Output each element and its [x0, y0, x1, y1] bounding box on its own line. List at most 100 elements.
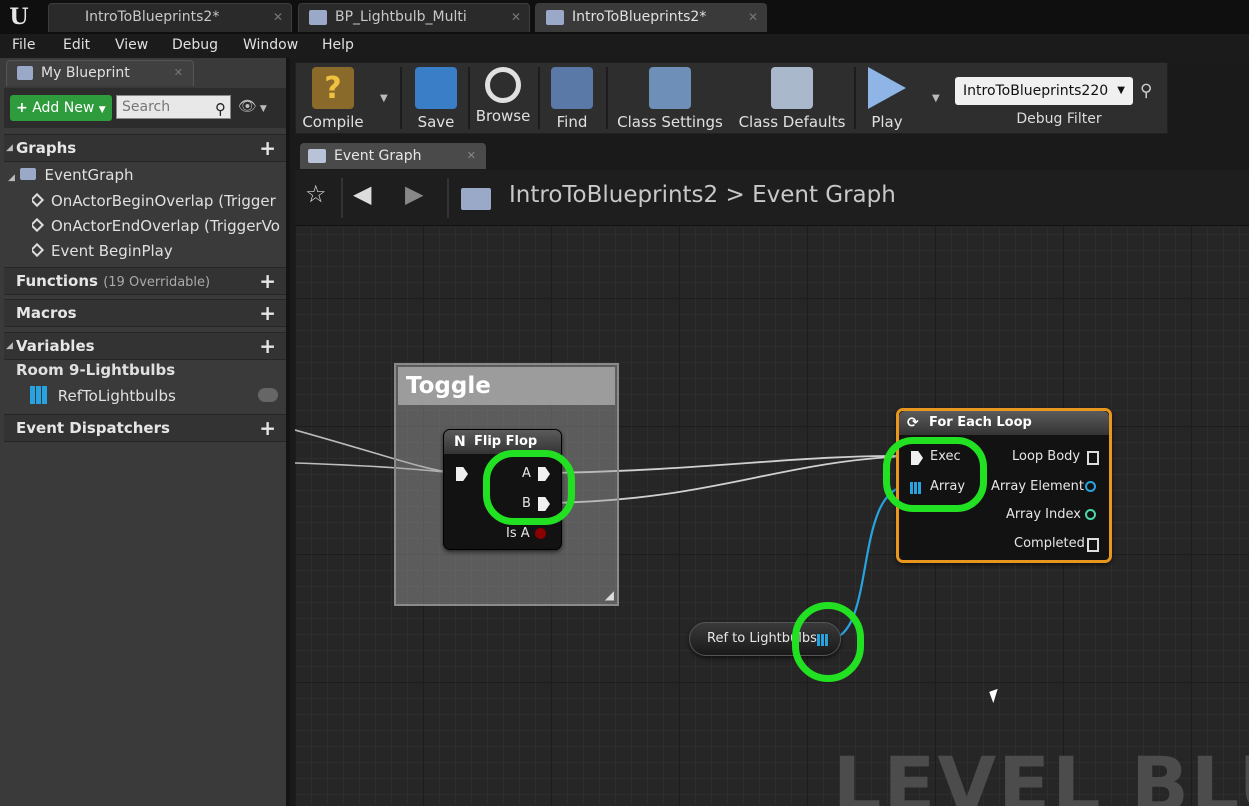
macro-icon: Ν [454, 434, 466, 450]
play-button[interactable]: Play [862, 63, 912, 133]
save-icon [415, 67, 457, 109]
expand-caret-icon[interactable]: ◢ [6, 333, 13, 359]
play-icon [868, 67, 906, 109]
level-blueprint-icon [546, 10, 564, 25]
find-label: Find [556, 113, 588, 131]
close-icon[interactable]: ✕ [467, 143, 476, 169]
close-icon[interactable]: ✕ [511, 4, 521, 31]
macros-label: Macros [16, 304, 77, 322]
add-dispatcher-button[interactable]: + [259, 415, 276, 441]
graphs-label: Graphs [16, 139, 77, 157]
close-icon[interactable]: ✕ [748, 4, 758, 31]
document-tab[interactable]: BP_Lightbulb_Multi ✕ [298, 3, 530, 32]
array-element-label: Array Element [991, 479, 1084, 494]
menu-view[interactable]: View [115, 37, 148, 53]
highlight-ring-foreach-inputs [883, 437, 987, 512]
variable-item[interactable]: RefToLightbulbs [30, 386, 280, 405]
save-button[interactable]: Save [410, 63, 462, 133]
tree-item-event[interactable]: OnActorEndOverlap (TriggerVo [32, 217, 280, 235]
event-graph-tab[interactable]: Event Graph ✕ [300, 143, 486, 169]
menu-window[interactable]: Window [243, 37, 298, 53]
debug-filter-select[interactable]: IntroToBlueprints220 ▼ [955, 77, 1133, 105]
bool-pin-is-a[interactable] [535, 528, 546, 539]
event-diamond-icon [32, 192, 45, 208]
for-each-loop-header: ⟳ For Each Loop [899, 411, 1109, 435]
close-icon[interactable]: ✕ [174, 61, 183, 85]
find-button[interactable]: Find [546, 63, 598, 133]
array-element-pin[interactable] [1085, 481, 1096, 492]
array-grid-icon [30, 386, 48, 404]
save-label: Save [417, 113, 455, 131]
exec-pin-loop-body[interactable] [1087, 451, 1099, 465]
macros-category[interactable]: Macros + [4, 299, 286, 327]
add-new-button[interactable]: + Add New ▼ [10, 95, 112, 121]
browse-button[interactable]: Browse [474, 63, 532, 133]
loop-body-label: Loop Body [1012, 449, 1081, 464]
resize-handle-icon[interactable]: ◢ [605, 588, 614, 602]
toolbar-separator [468, 67, 470, 129]
visibility-eye-icon[interactable] [258, 388, 278, 402]
highlight-ring-ref-output [792, 602, 864, 682]
play-options-chevron-icon[interactable]: ▼ [932, 93, 940, 104]
add-variable-button[interactable]: + [259, 333, 276, 359]
comment-title[interactable]: Toggle [398, 367, 615, 405]
blueprint-icon [17, 66, 33, 80]
blueprint-icon [309, 10, 327, 25]
plus-icon: + [16, 100, 28, 116]
compile-button[interactable]: ? Compile [300, 63, 366, 133]
functions-category[interactable]: Functions (19 Overridable) + [4, 267, 286, 295]
event-graph-icon [19, 168, 36, 180]
my-blueprint-tab-label: My Blueprint [41, 65, 130, 81]
exec-pin-completed[interactable] [1087, 538, 1099, 552]
variable-category-label[interactable]: Room 9-Lightbulbs [16, 361, 175, 379]
eventgraph-label: EventGraph [44, 166, 134, 184]
tree-item-event[interactable]: OnActorBeginOverlap (Trigger [32, 192, 280, 210]
add-graph-button[interactable]: + [259, 135, 276, 161]
unreal-logo-icon[interactable]: U [4, 2, 34, 32]
array-index-pin[interactable] [1085, 509, 1096, 520]
close-icon[interactable]: ✕ [273, 4, 283, 31]
exec-input-pin[interactable] [456, 467, 468, 481]
variable-label: RefToLightbulbs [57, 387, 176, 405]
add-function-button[interactable]: + [259, 268, 276, 294]
title-bar: U IntroToBlueprints2* ✕ BP_Lightbulb_Mul… [0, 0, 1249, 34]
chevron-down-icon: ▼ [98, 105, 106, 115]
chevron-down-icon: ▼ [257, 104, 267, 114]
loop-icon: ⟳ [907, 415, 919, 431]
tree-item-event[interactable]: Event BeginPlay [32, 242, 280, 260]
view-options-button[interactable]: 👁 ▼ [238, 97, 282, 119]
add-new-label: Add New [32, 100, 95, 116]
tree-item-eventgraph[interactable]: ◢ EventGraph [8, 166, 133, 184]
expand-caret-icon[interactable]: ◢ [8, 173, 15, 183]
document-tab-active[interactable]: IntroToBlueprints2* ✕ [535, 3, 767, 32]
event-label: OnActorBeginOverlap (Trigger [51, 192, 276, 210]
completed-label: Completed [1014, 536, 1085, 551]
class-defaults-label: Class Defaults [738, 113, 846, 131]
event-dispatchers-category[interactable]: Event Dispatchers + [4, 414, 286, 442]
menu-file[interactable]: File [12, 37, 35, 53]
browse-label: Browse [475, 107, 531, 125]
menu-help[interactable]: Help [322, 37, 354, 53]
variables-category[interactable]: ◢ Variables + [4, 332, 286, 360]
graph-canvas[interactable]: ☆ ◀ ▶ IntroToBlueprints2 > Event Graph L… [295, 170, 1249, 806]
document-tab-label: IntroToBlueprints2* [572, 9, 707, 25]
my-blueprint-panel: My Blueprint ✕ + Add New ▼ Search ⚲ 👁 ▼ … [0, 58, 290, 806]
toolbar-separator [538, 67, 540, 129]
menu-debug[interactable]: Debug [172, 37, 218, 53]
functions-label: Functions [16, 272, 98, 290]
class-settings-button[interactable]: Class Settings [616, 63, 724, 133]
search-input[interactable]: Search ⚲ [116, 95, 231, 119]
my-blueprint-tab[interactable]: My Blueprint ✕ [6, 60, 194, 86]
menu-edit[interactable]: Edit [63, 37, 90, 53]
class-defaults-button[interactable]: Class Defaults [738, 63, 846, 133]
expand-caret-icon[interactable]: ◢ [6, 135, 13, 161]
search-icon[interactable]: ⚲ [1140, 81, 1152, 101]
add-macro-button[interactable]: + [259, 300, 276, 326]
toolbar-separator [400, 67, 402, 129]
compile-options-chevron-icon[interactable]: ▼ [380, 93, 388, 104]
graphs-category[interactable]: ◢ Graphs + [4, 134, 286, 162]
debug-filter-value: IntroToBlueprints220 [963, 83, 1109, 99]
variables-label: Variables [16, 337, 95, 355]
document-tab[interactable]: IntroToBlueprints2* ✕ [48, 3, 292, 32]
document-tab-label: BP_Lightbulb_Multi [335, 9, 467, 25]
